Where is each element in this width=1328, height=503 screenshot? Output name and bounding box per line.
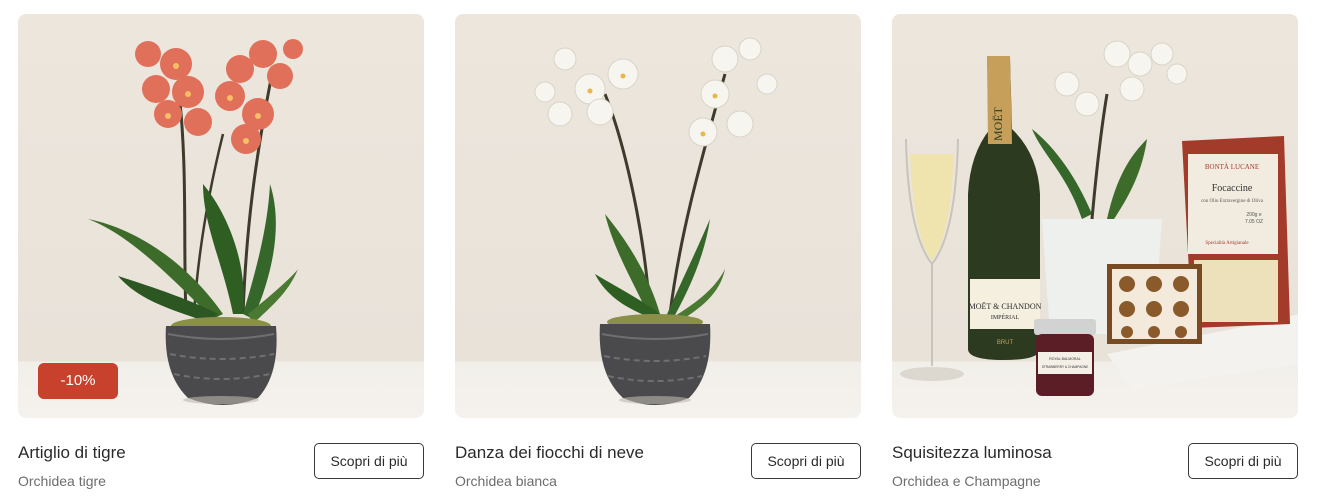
product-title[interactable]: Danza dei fiocchi di neve (455, 443, 644, 463)
product-image[interactable] (455, 14, 861, 418)
snack-tag-label: Specialità Artigianale (1205, 241, 1249, 246)
product-image[interactable]: MOËT MOËT & CHANDON IMPÉRIAL BRUT BONTÀ … (892, 14, 1298, 418)
tiger-orchid-photo-icon (88, 39, 303, 405)
product-title[interactable]: Squisitezza luminosa (892, 443, 1052, 463)
product-card-squisitezza-luminosa[interactable]: MOËT MOËT & CHANDON IMPÉRIAL BRUT BONTÀ … (892, 14, 1298, 503)
discover-more-button[interactable]: Scopri di più (1188, 443, 1298, 479)
jar-sub-label: STRAWBERRY & CHAMPAGNE (1042, 365, 1088, 369)
product-subtitle: Orchidea bianca (455, 473, 557, 489)
orchid-champagne-gift-photo-icon: MOËT MOËT & CHANDON IMPÉRIAL BRUT BONTÀ … (900, 40, 1298, 396)
jar-label: ROYAL BALMORAL (1049, 357, 1081, 361)
snack-oz-label: 7.05 OZ (1245, 219, 1263, 225)
white-orchid-photo-icon (534, 37, 778, 405)
product-info: Squisitezza luminosa Orchidea e Champagn… (892, 439, 1298, 503)
product-card-danza-dei-fiocchi-di-neve[interactable]: Danza dei fiocchi di neve Orchidea bianc… (455, 14, 861, 503)
product-card-artiglio-di-tigre[interactable]: -10% Artiglio di tigre Orchidea tigre Sc… (18, 14, 424, 503)
discover-more-button[interactable]: Scopri di più (314, 443, 424, 479)
product-info: Artiglio di tigre Orchidea tigre Scopri … (18, 439, 424, 503)
bottle-brut-label: BRUT (997, 340, 1014, 346)
snack-weight-label: 200g e (1246, 212, 1262, 218)
product-title[interactable]: Artiglio di tigre (18, 443, 126, 463)
bottle-sub-label: IMPÉRIAL (991, 313, 1020, 321)
snack-desc-label: con Olio Extravergine di Oliva (1201, 199, 1264, 204)
product-grid: -10% Artiglio di tigre Orchidea tigre Sc… (0, 0, 1328, 502)
product-subtitle: Orchidea tigre (18, 473, 106, 489)
snack-brand-label: BONTÀ LUCANE (1205, 163, 1259, 171)
discount-badge: -10% (38, 363, 118, 399)
product-subtitle: Orchidea e Champagne (892, 473, 1041, 489)
bottle-neck-label: MOËT (991, 106, 1005, 141)
bottle-label: MOËT & CHANDON (969, 302, 1042, 311)
snack-name-label: Focaccine (1212, 183, 1253, 194)
product-info: Danza dei fiocchi di neve Orchidea bianc… (455, 439, 861, 503)
product-image[interactable]: -10% (18, 14, 424, 418)
discover-more-button[interactable]: Scopri di più (751, 443, 861, 479)
